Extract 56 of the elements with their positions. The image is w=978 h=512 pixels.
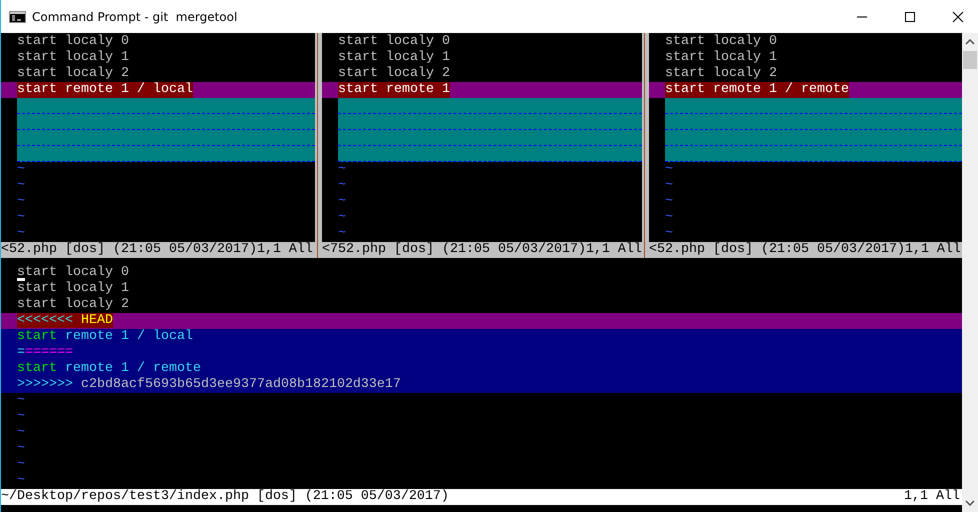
- code-line: start localy 2: [17, 297, 129, 312]
- code-text: remote 1 / remote: [64, 361, 201, 376]
- code-line: start localy 2: [665, 66, 777, 82]
- code-line: start localy 1: [17, 281, 129, 296]
- code-line: start localy 2: [338, 66, 450, 82]
- cursor-position: 1,1 All: [904, 489, 961, 505]
- empty-line-marker: ~: [338, 162, 346, 178]
- scrollbar[interactable]: [962, 33, 978, 512]
- conflict-separator: ======: [25, 345, 73, 360]
- code-line: start localy 2: [17, 66, 129, 82]
- scroll-up-icon[interactable]: [965, 39, 975, 45]
- empty-line-marker: ~: [665, 226, 673, 242]
- code-line: start localy 1: [665, 50, 777, 66]
- conflict-marker: >>>>>>>: [17, 377, 73, 392]
- head-label: HEAD: [73, 313, 113, 328]
- empty-line-marker: ~: [17, 393, 25, 408]
- empty-line-marker: ~: [17, 178, 25, 194]
- maximize-icon[interactable]: [904, 10, 916, 22]
- empty-line-marker: ~: [338, 178, 346, 194]
- empty-line-marker: ~: [665, 178, 673, 194]
- conflict-marker: <<<<<<<: [17, 313, 73, 328]
- code-text: start: [17, 361, 57, 376]
- code-line: start localy 0: [665, 34, 777, 50]
- code-text: start: [17, 329, 57, 344]
- empty-line-marker: ~: [338, 226, 346, 242]
- code-line: start localy 1: [17, 50, 129, 66]
- empty-line-marker: ~: [17, 441, 25, 456]
- empty-line-marker: ~: [338, 210, 346, 226]
- empty-line-marker: ~: [17, 409, 25, 424]
- code-line: start localy 1: [338, 50, 450, 66]
- empty-line-marker: ~: [17, 473, 25, 488]
- code-line: start localy 0: [17, 265, 129, 280]
- empty-line-marker: ~: [17, 425, 25, 440]
- changed-text: start remote 1 / remote: [665, 82, 849, 98]
- scroll-down-icon[interactable]: [965, 500, 975, 506]
- empty-line-marker: ~: [17, 194, 25, 210]
- commit-hash: c2bd8acf5693b65d3ee9377ad08b182102d33e17: [80, 377, 401, 392]
- empty-line-marker: ~: [665, 162, 673, 178]
- empty-line-marker: ~: [17, 457, 25, 472]
- command-prompt-icon: [9, 10, 26, 22]
- changed-text: start remote 1 / local: [17, 82, 193, 98]
- file-status: ~/Desktop/repos/test3/index.php [dos] (21:05 05/03/2017): [1, 489, 449, 505]
- close-icon[interactable]: [952, 10, 964, 22]
- window-title: Command Prompt - git mergetool: [32, 10, 238, 24]
- empty-line-marker: ~: [17, 210, 25, 226]
- changed-text: start remote 1: [338, 82, 450, 98]
- code-text: remote 1 / local: [64, 329, 193, 344]
- empty-line-marker: ~: [17, 226, 25, 242]
- code-line: start localy 0: [338, 34, 450, 50]
- scrollbar-thumb[interactable]: [963, 51, 977, 69]
- conflict-marker: =: [17, 345, 25, 360]
- empty-line-marker: ~: [17, 162, 25, 178]
- empty-line-marker: ~: [665, 210, 673, 226]
- empty-line-marker: ~: [338, 194, 346, 210]
- empty-line-marker: ~: [665, 194, 673, 210]
- code-line: start localy 0: [17, 34, 129, 50]
